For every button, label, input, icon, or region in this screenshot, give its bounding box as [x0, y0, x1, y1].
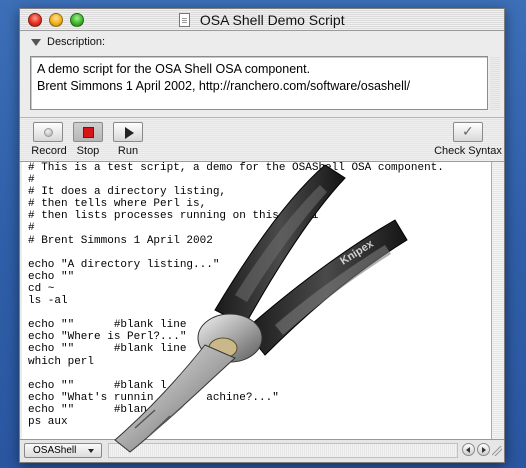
script-line: # Brent Simmons 1 April 2002: [28, 234, 213, 247]
script-line: [22, 247, 491, 259]
checkmark-icon: ✓: [462, 124, 474, 140]
run-button[interactable]: [113, 122, 143, 142]
script-line: ps aux: [28, 415, 68, 428]
description-label: Description:: [47, 36, 106, 48]
description-scrollbar[interactable]: [490, 56, 500, 110]
scroll-left-arrow-icon[interactable]: [462, 443, 475, 456]
language-popup-label: OSAShell: [33, 445, 77, 456]
script-line: cd ~: [28, 282, 55, 295]
toolbar: Record Stop Run ✓ Check Syntax: [20, 117, 504, 162]
script-line: echo "" #blank l: [28, 379, 167, 392]
script-line: echo "A directory listing...": [28, 258, 220, 271]
play-icon: [125, 127, 134, 139]
script-editor-window: OSA Shell Demo Script Description: A dem…: [19, 8, 505, 463]
script-line: [22, 307, 491, 319]
script-line: #: [28, 222, 35, 235]
record-button[interactable]: [33, 122, 63, 142]
check-syntax-label: Check Syntax: [434, 145, 502, 157]
script-line: echo "": [28, 270, 75, 283]
description-line: Brent Simmons 1 April 2002, http://ranch…: [37, 79, 411, 93]
script-line: echo "" #blank line: [28, 319, 187, 332]
script-line: # then lists processes running on this m…: [28, 210, 319, 223]
script-line: echo "" #blank line: [28, 343, 187, 356]
script-line: ls -al: [28, 295, 68, 308]
script-line: # This is a test script, a demo for the …: [28, 162, 444, 174]
stop-button[interactable]: [73, 122, 103, 142]
horizontal-scrollbar[interactable]: [108, 443, 458, 458]
language-popup[interactable]: OSAShell: [24, 443, 102, 458]
record-icon: [44, 128, 53, 137]
scroll-right-arrow-icon[interactable]: [477, 443, 490, 456]
script-editor[interactable]: # This is a test script, a demo for the …: [22, 162, 492, 439]
record-label: Record: [31, 145, 67, 157]
description-field[interactable]: A demo script for the OSA Shell OSA comp…: [30, 56, 488, 110]
description-line: A demo script for the OSA Shell OSA comp…: [37, 62, 311, 76]
stop-icon: [83, 127, 94, 138]
script-line: [22, 368, 491, 380]
window-title-group: OSA Shell Demo Script: [20, 12, 504, 30]
run-label: Run: [117, 145, 139, 157]
script-line: # then tells where Perl is,: [28, 198, 207, 211]
resize-grip-icon[interactable]: [492, 446, 502, 456]
status-bar: OSAShell: [20, 439, 504, 462]
script-line: #: [28, 174, 35, 187]
description-header: Description:: [20, 32, 504, 52]
title-bar[interactable]: OSA Shell Demo Script: [20, 9, 504, 31]
window-title: OSA Shell Demo Script: [199, 12, 345, 28]
script-line: echo "What's runnin achine?...": [28, 391, 279, 404]
vertical-scrollbar[interactable]: [492, 162, 504, 439]
document-icon: [179, 13, 191, 27]
stop-label: Stop: [76, 145, 100, 157]
script-line: echo "" #blan: [28, 403, 147, 416]
check-syntax-button[interactable]: ✓: [453, 122, 483, 142]
script-line: # It does a directory listing,: [28, 186, 227, 199]
chevron-down-icon: [88, 449, 94, 453]
script-line: echo "Where is Perl?...": [28, 331, 187, 344]
script-line: which perl: [28, 355, 95, 368]
disclosure-triangle-icon[interactable]: [31, 39, 41, 46]
